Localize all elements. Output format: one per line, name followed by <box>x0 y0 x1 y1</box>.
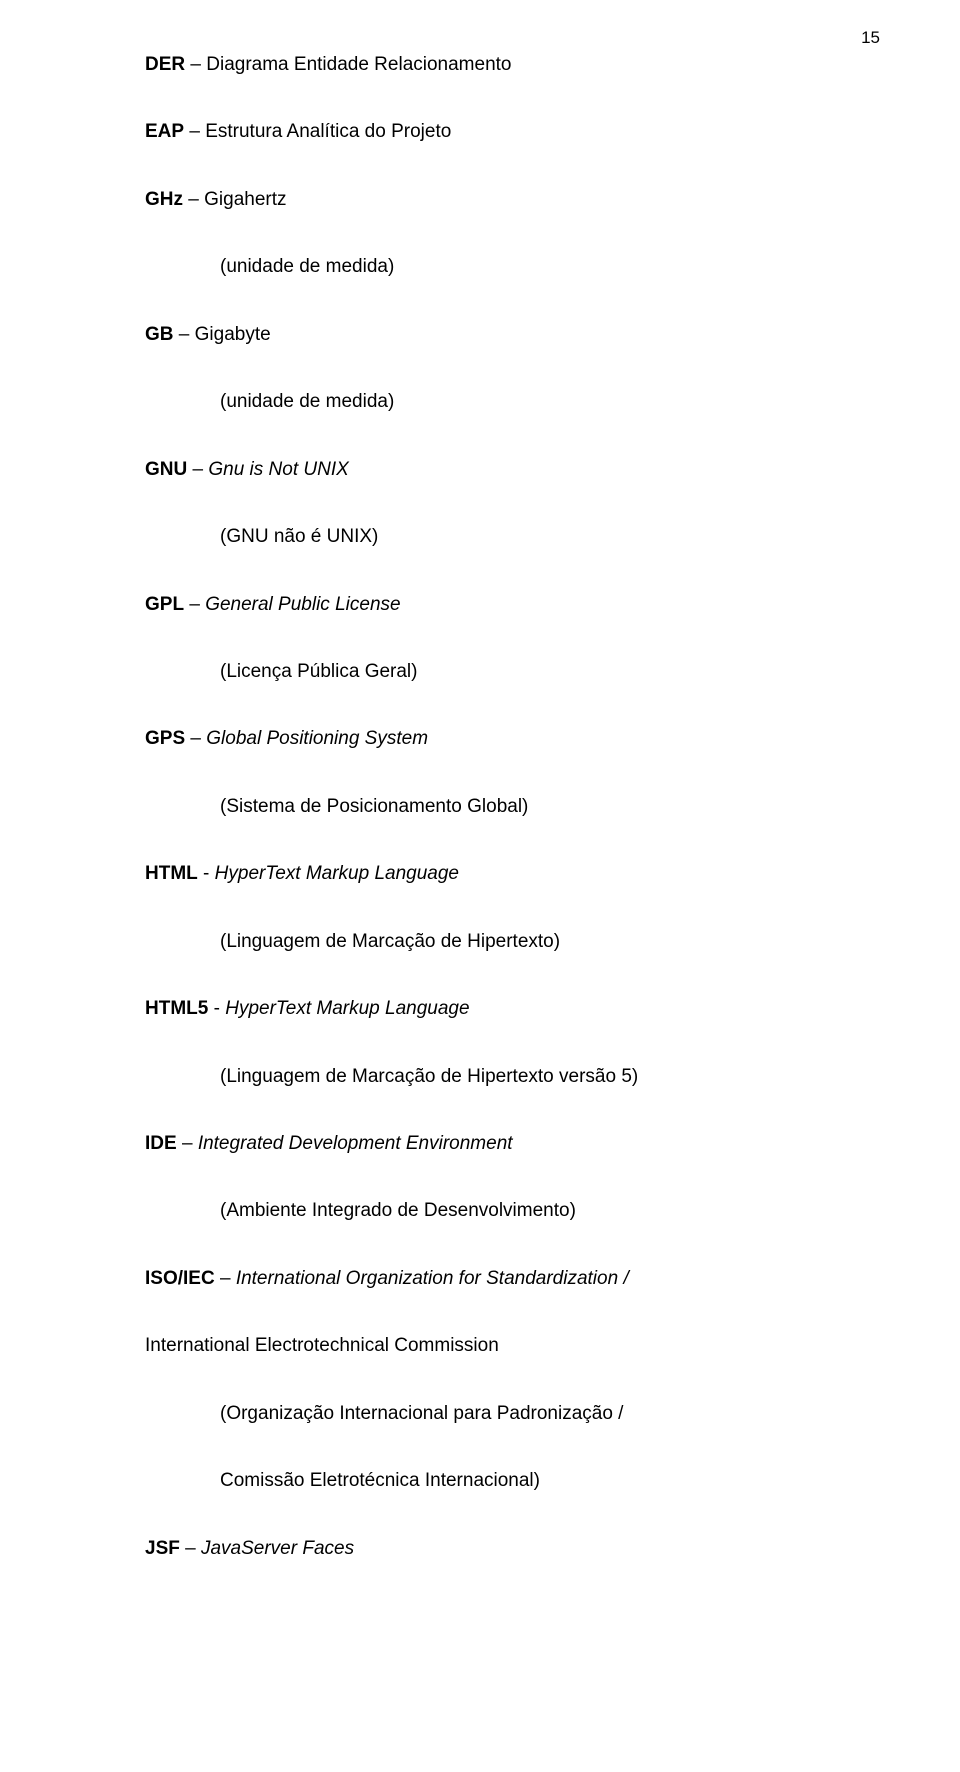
entry-translation: (Licença Pública Geral) <box>220 657 850 686</box>
entry-sep: – <box>185 54 206 75</box>
entry-translation: (Ambiente Integrado de Desenvolvimento) <box>220 1196 850 1225</box>
entry-line: GNU – Gnu is Not UNIX <box>145 455 850 484</box>
page-number: 15 <box>861 28 880 48</box>
glossary-entry-isoiec: ISO/IEC – International Organization for… <box>145 1264 850 1293</box>
entry-translation: (Linguagem de Marcação de Hipertexto ver… <box>220 1062 850 1091</box>
entry-abbr: HTML <box>145 863 198 884</box>
entry-sep: - <box>208 998 225 1019</box>
entry-abbr: EAP <box>145 121 184 142</box>
entry-sep: – <box>187 459 208 480</box>
entry-full: Gigabyte <box>195 324 271 345</box>
glossary-entry: HTML - HyperText Markup Language (Linguag… <box>145 859 850 956</box>
entry-sep: – <box>177 1133 198 1154</box>
entry-sep: – <box>180 1538 201 1559</box>
entry-abbr: GPL <box>145 594 184 615</box>
entry-sep: – <box>174 324 195 345</box>
entry-abbr: GHz <box>145 189 183 210</box>
entry-full: Integrated Development Environment <box>198 1133 513 1154</box>
entry-sep: – <box>185 728 206 749</box>
entry-translation: (Linguagem de Marcação de Hipertexto) <box>220 927 850 956</box>
glossary-entry: GPS – Global Positioning System (Sistema … <box>145 724 850 821</box>
entry-full-cont: International Electrotechnical Commissio… <box>145 1335 499 1356</box>
entry-full: Global Positioning System <box>206 728 428 749</box>
entry-translation: (Sistema de Posicionamento Global) <box>220 792 850 821</box>
glossary-entry: HTML5 - HyperText Markup Language (Lingua… <box>145 994 850 1091</box>
entry-translation: (unidade de medida) <box>220 387 850 416</box>
entry-translation: (GNU não é UNIX) <box>220 522 850 551</box>
entry-line: JSF – JavaServer Faces <box>145 1534 850 1563</box>
glossary-entry: GPL – General Public License (Licença Púb… <box>145 590 850 687</box>
entry-abbr: GNU <box>145 459 187 480</box>
glossary-entry: EAP – Estrutura Analítica do Projeto <box>145 117 850 146</box>
entry-abbr: ISO/IEC <box>145 1268 215 1289</box>
entry-full: Gigahertz <box>204 189 286 210</box>
entry-full: Estrutura Analítica do Projeto <box>205 121 451 142</box>
glossary-entry: GB – Gigabyte (unidade de medida) <box>145 320 850 417</box>
entry-abbr: IDE <box>145 1133 177 1154</box>
entry-line: HTML - HyperText Markup Language <box>145 859 850 888</box>
entry-sep: – <box>183 189 204 210</box>
entry-line: GHz – Gigahertz <box>145 185 850 214</box>
entry-translation: Comissão Eletrotécnica Internacional) <box>220 1466 850 1495</box>
entry-abbr: GB <box>145 324 174 345</box>
entry-full: HyperText Markup Language <box>215 863 459 884</box>
entry-full: Gnu is Not UNIX <box>208 459 348 480</box>
entry-abbr: JSF <box>145 1538 180 1559</box>
entry-line: HTML5 - HyperText Markup Language <box>145 994 850 1023</box>
entry-abbr: DER <box>145 54 185 75</box>
glossary-entry-jsf: JSF – JavaServer Faces <box>145 1534 850 1563</box>
entry-full: Diagrama Entidade Relacionamento <box>206 54 511 75</box>
entry-translation: (unidade de medida) <box>220 252 850 281</box>
entry-sep: – <box>215 1268 236 1289</box>
glossary-entry: DER – Diagrama Entidade Relacionamento <box>145 50 850 79</box>
entry-line: GPS – Global Positioning System <box>145 724 850 753</box>
entry-line: GB – Gigabyte <box>145 320 850 349</box>
glossary-list: DER – Diagrama Entidade Relacionamento EA… <box>145 50 850 1226</box>
entry-continuation: International Electrotechnical Commissio… <box>145 1331 850 1360</box>
entry-sep: – <box>184 121 205 142</box>
entry-abbr: HTML5 <box>145 998 208 1019</box>
glossary-entry: IDE – Integrated Development Environment… <box>145 1129 850 1226</box>
entry-full: HyperText Markup Language <box>225 998 469 1019</box>
glossary-entry: GHz – Gigahertz (unidade de medida) <box>145 185 850 282</box>
glossary-entry: GNU – Gnu is Not UNIX (GNU não é UNIX) <box>145 455 850 552</box>
entry-line: IDE – Integrated Development Environment <box>145 1129 850 1158</box>
entry-sep: - <box>198 863 215 884</box>
entry-translation: (Organização Internacional para Padroniz… <box>220 1399 850 1428</box>
entry-line: EAP – Estrutura Analítica do Projeto <box>145 117 850 146</box>
entry-full: JavaServer Faces <box>201 1538 354 1559</box>
document-page: 15 DER – Diagrama Entidade Relacionament… <box>0 0 960 1772</box>
entry-full: General Public License <box>205 594 400 615</box>
entry-full: International Organization for Standardi… <box>236 1268 629 1289</box>
entry-abbr: GPS <box>145 728 185 749</box>
entry-sep: – <box>184 594 205 615</box>
entry-line: DER – Diagrama Entidade Relacionamento <box>145 50 850 79</box>
entry-trans-block: (Organização Internacional para Padroniz… <box>145 1399 850 1496</box>
entry-line: ISO/IEC – International Organization for… <box>145 1264 850 1293</box>
entry-line: GPL – General Public License <box>145 590 850 619</box>
